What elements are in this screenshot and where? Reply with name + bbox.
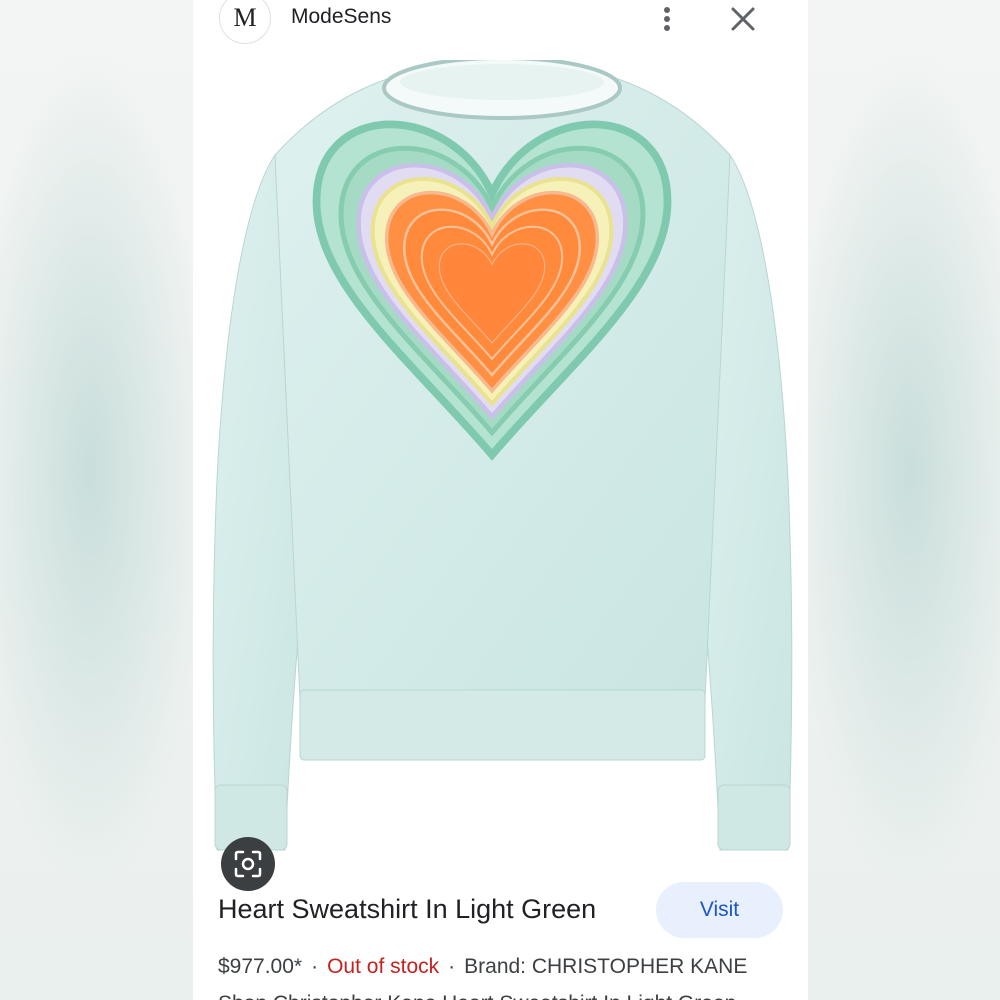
product-description: Shop Christopher Kane Heart Sweatshirt I… — [218, 992, 736, 1000]
site-name[interactable]: ModeSens — [291, 5, 391, 29]
site-logo[interactable]: M — [219, 0, 271, 44]
close-icon[interactable] — [729, 5, 757, 33]
card-header: M ModeSens — [193, 0, 808, 60]
result-card: M ModeSens Heart Sweatshirt In Light Gre… — [193, 0, 808, 1000]
price: $977.00* — [218, 955, 303, 978]
brand: Brand: CHRISTOPHER KANE — [464, 955, 748, 978]
lens-search-icon — [234, 850, 262, 878]
more-vert-icon[interactable] — [655, 4, 679, 34]
product-meta: $977.00* · Out of stock · Brand: CHRISTOPHER… — [218, 955, 747, 979]
separator: · — [448, 955, 456, 978]
logo-letter: M — [233, 3, 257, 32]
product-title[interactable]: Heart Sweatshirt In Light Green — [218, 894, 596, 925]
stock-status: Out of stock — [327, 955, 440, 978]
visit-button[interactable]: Visit — [656, 882, 783, 938]
separator: · — [311, 955, 319, 978]
lens-search-button[interactable] — [221, 837, 275, 891]
sweatshirt-illustration — [212, 56, 793, 851]
product-image[interactable] — [205, 56, 800, 891]
